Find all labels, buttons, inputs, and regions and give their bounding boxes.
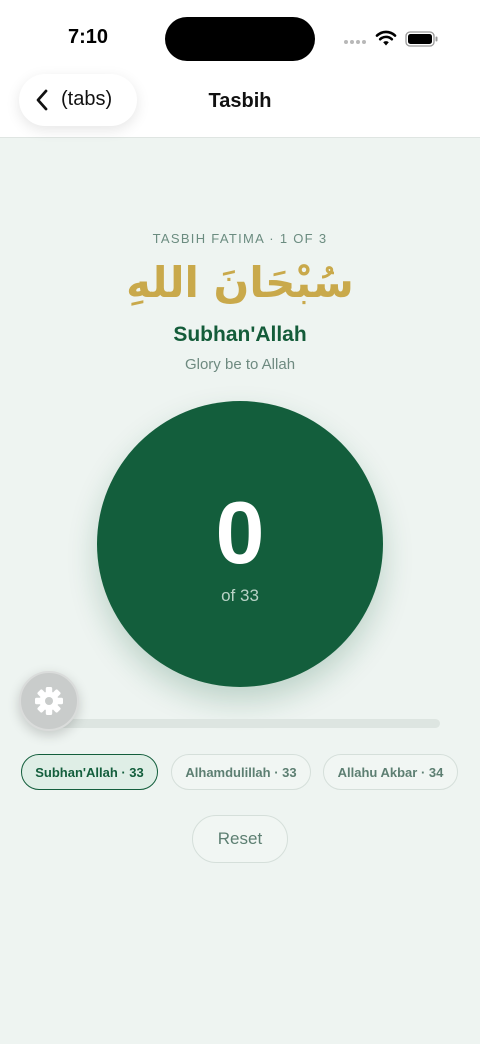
- arabic-text: سُبْحَانَ اللهِ: [126, 258, 354, 307]
- navigation-bar: Tasbih (tabs): [0, 74, 480, 138]
- status-bar: 7:10: [0, 0, 480, 78]
- count-value: 0: [215, 483, 265, 582]
- chevron-left-icon: [36, 89, 48, 111]
- reset-button-label: Reset: [217, 829, 263, 848]
- chip-subhanallah[interactable]: Subhan'Allah · 33: [21, 754, 158, 790]
- signal-icon: [344, 40, 368, 46]
- reset-button[interactable]: Reset: [192, 815, 288, 863]
- battery-icon: [405, 31, 438, 47]
- counter-button[interactable]: 0 of 33: [97, 401, 383, 687]
- chip-label: Alhamdulillah · 33: [185, 764, 297, 780]
- translation: Glory be to Allah: [184, 356, 296, 373]
- back-button-label: (tabs): [61, 88, 113, 110]
- set-progress-label: TASBIH FATIMA · 1 OF 3: [152, 231, 328, 246]
- back-button[interactable]: (tabs): [19, 74, 137, 126]
- transliteration: Subhan'Allah: [173, 323, 307, 346]
- gear-icon: [35, 687, 63, 715]
- chip-alhamdulillah[interactable]: Alhamdulillah · 33: [171, 754, 311, 790]
- wifi-icon: [375, 30, 397, 46]
- status-time: 7:10: [67, 26, 109, 48]
- chip-label: Subhan'Allah · 33: [35, 764, 144, 780]
- dynamic-island: [165, 17, 315, 61]
- settings-button[interactable]: [19, 671, 79, 731]
- chip-allahu-akbar[interactable]: Allahu Akbar · 34: [323, 754, 458, 790]
- count-target: of 33: [221, 586, 259, 605]
- chip-label: Allahu Akbar · 34: [337, 764, 444, 780]
- progress-bar: [40, 719, 440, 728]
